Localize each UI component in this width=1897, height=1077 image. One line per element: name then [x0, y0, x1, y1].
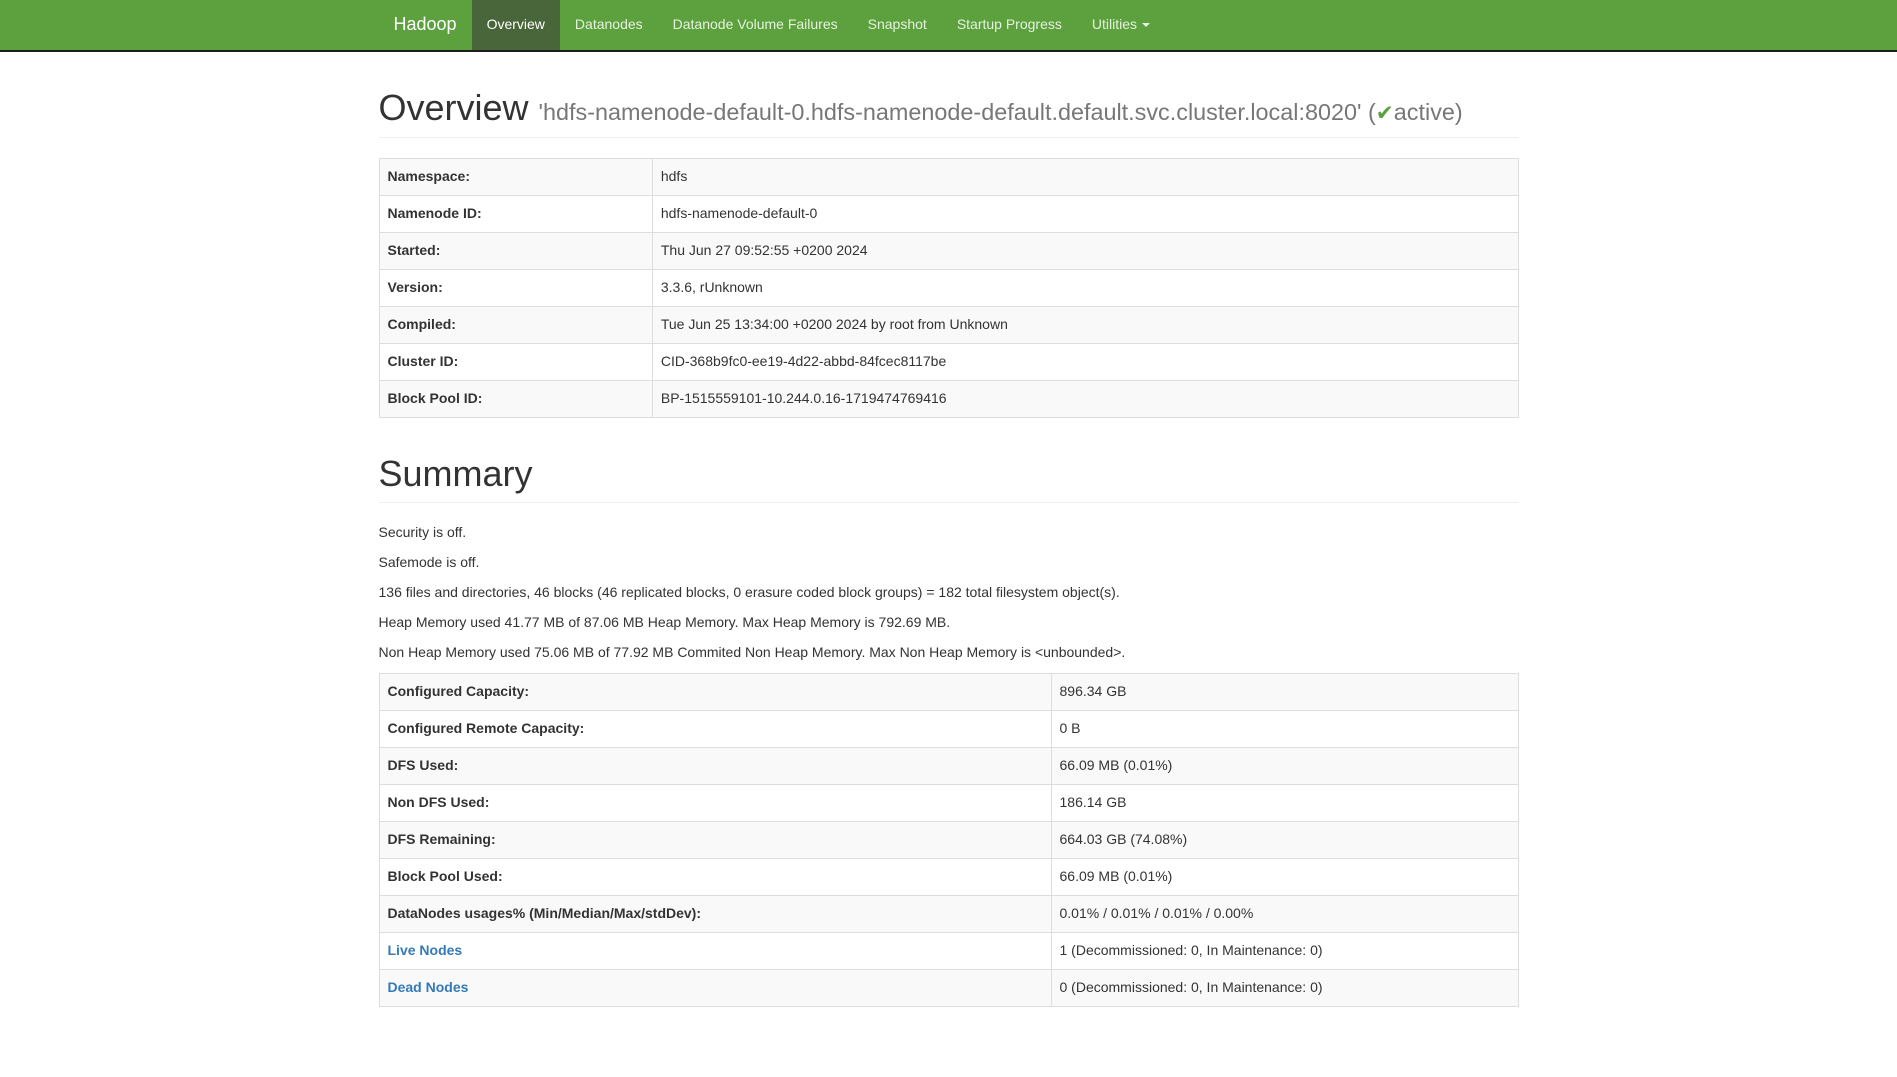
row-label: Namenode ID:	[379, 195, 652, 232]
row-value: Tue Jun 25 13:34:00 +0200 2024 by root f…	[652, 306, 1518, 343]
row-label: Configured Capacity:	[379, 674, 1051, 711]
menu-utilities-label: Utilities	[1092, 15, 1137, 35]
main-content: Overview 'hdfs-namenode-default-0.hdfs-n…	[364, 88, 1534, 1007]
table-row-cluster-id: Cluster ID: CID-368b9fc0-ee19-4d22-abbd-…	[379, 343, 1518, 380]
tab-overview-label: Overview	[487, 15, 545, 35]
table-row-dfs-remaining: DFS Remaining: 664.03 GB (74.08%)	[379, 822, 1518, 859]
row-label: Non DFS Used:	[379, 785, 1051, 822]
row-label: Live Nodes	[379, 933, 1051, 970]
row-value: 3.3.6, rUnknown	[652, 269, 1518, 306]
overview-table: Namespace: hdfs Namenode ID: hdfs-nameno…	[379, 158, 1519, 418]
row-value: 66.09 MB (0.01%)	[1051, 859, 1518, 896]
summary-security: Security is off.	[379, 523, 1519, 543]
row-value: BP-1515559101-10.244.0.16-1719474769416	[652, 380, 1518, 417]
ha-state: (✔active)	[1368, 99, 1463, 125]
main-nav: Overview Datanodes Datanode Volume Failu…	[472, 0, 1165, 50]
table-row-block-pool-used: Block Pool Used: 66.09 MB (0.01%)	[379, 859, 1518, 896]
tab-snapshot-label: Snapshot	[868, 15, 927, 35]
table-row-datanode-usages: DataNodes usages% (Min/Median/Max/stdDev…	[379, 896, 1518, 933]
namenode-address: 'hdfs-namenode-default-0.hdfs-namenode-d…	[539, 99, 1463, 125]
tab-startup-progress-label: Startup Progress	[957, 15, 1062, 35]
table-row-namespace: Namespace: hdfs	[379, 158, 1518, 195]
row-label: DFS Remaining:	[379, 822, 1051, 859]
table-row-live-nodes: Live Nodes 1 (Decommissioned: 0, In Main…	[379, 933, 1518, 970]
row-value: Thu Jun 27 09:52:55 +0200 2024	[652, 232, 1518, 269]
menu-utilities[interactable]: Utilities	[1077, 0, 1165, 50]
table-row-version: Version: 3.3.6, rUnknown	[379, 269, 1518, 306]
brand-hadoop[interactable]: Hadoop	[379, 0, 472, 50]
row-value: hdfs	[652, 158, 1518, 195]
caret-down-icon	[1142, 23, 1150, 27]
row-value: CID-368b9fc0-ee19-4d22-abbd-84fcec8117be	[652, 343, 1518, 380]
table-row-block-pool-id: Block Pool ID: BP-1515559101-10.244.0.16…	[379, 380, 1518, 417]
table-row-configured-remote-capacity: Configured Remote Capacity: 0 B	[379, 711, 1518, 748]
tab-overview[interactable]: Overview	[472, 0, 560, 50]
summary-safemode: Safemode is off.	[379, 553, 1519, 573]
row-value: 0 (Decommissioned: 0, In Maintenance: 0)	[1051, 970, 1518, 1007]
row-label: Started:	[379, 232, 652, 269]
row-label: Compiled:	[379, 306, 652, 343]
row-value: 896.34 GB	[1051, 674, 1518, 711]
tab-datanode-volume-failures[interactable]: Datanode Volume Failures	[658, 0, 853, 50]
tab-datanode-volume-failures-label: Datanode Volume Failures	[673, 15, 838, 35]
tab-snapshot[interactable]: Snapshot	[853, 0, 942, 50]
table-row-dfs-used: DFS Used: 66.09 MB (0.01%)	[379, 748, 1518, 785]
table-row-dead-nodes: Dead Nodes 0 (Decommissioned: 0, In Main…	[379, 970, 1518, 1007]
row-label: Block Pool ID:	[379, 380, 652, 417]
summary-page-header: Summary	[379, 454, 1519, 504]
summary-table: Configured Capacity: 896.34 GB Configure…	[379, 673, 1519, 1007]
row-label: Configured Remote Capacity:	[379, 711, 1051, 748]
namenode-address-text: 'hdfs-namenode-default-0.hdfs-namenode-d…	[539, 99, 1362, 125]
row-value: 1 (Decommissioned: 0, In Maintenance: 0)	[1051, 933, 1518, 970]
row-label: Version:	[379, 269, 652, 306]
navbar: Hadoop Overview Datanodes Datanode Volum…	[0, 0, 1897, 52]
row-label: Namespace:	[379, 158, 652, 195]
overview-page-header: Overview 'hdfs-namenode-default-0.hdfs-n…	[379, 88, 1519, 138]
row-value: 0.01% / 0.01% / 0.01% / 0.00%	[1051, 896, 1518, 933]
row-label: DataNodes usages% (Min/Median/Max/stdDev…	[379, 896, 1051, 933]
summary-filesystem-objects: 136 files and directories, 46 blocks (46…	[379, 583, 1519, 603]
page-title: Overview 'hdfs-namenode-default-0.hdfs-n…	[379, 88, 1519, 128]
check-icon: ✔	[1376, 101, 1394, 125]
table-row-non-dfs-used: Non DFS Used: 186.14 GB	[379, 785, 1518, 822]
table-row-compiled: Compiled: Tue Jun 25 13:34:00 +0200 2024…	[379, 306, 1518, 343]
row-label: DFS Used:	[379, 748, 1051, 785]
row-label: Dead Nodes	[379, 970, 1051, 1007]
row-label: Block Pool Used:	[379, 859, 1051, 896]
row-value: 664.03 GB (74.08%)	[1051, 822, 1518, 859]
tab-datanodes[interactable]: Datanodes	[560, 0, 658, 50]
summary-heap-memory: Heap Memory used 41.77 MB of 87.06 MB He…	[379, 613, 1519, 633]
row-value: 186.14 GB	[1051, 785, 1518, 822]
row-value: 66.09 MB (0.01%)	[1051, 748, 1518, 785]
ha-state-text: active	[1394, 99, 1455, 125]
table-row-configured-capacity: Configured Capacity: 896.34 GB	[379, 674, 1518, 711]
tab-datanodes-label: Datanodes	[575, 15, 643, 35]
dead-nodes-link[interactable]: Dead Nodes	[388, 979, 469, 995]
table-row-namenode-id: Namenode ID: hdfs-namenode-default-0	[379, 195, 1518, 232]
live-nodes-link[interactable]: Live Nodes	[388, 942, 463, 958]
table-row-started: Started: Thu Jun 27 09:52:55 +0200 2024	[379, 232, 1518, 269]
page-title-text: Overview	[379, 87, 529, 128]
summary-non-heap-memory: Non Heap Memory used 75.06 MB of 77.92 M…	[379, 643, 1519, 663]
row-value: 0 B	[1051, 711, 1518, 748]
row-value: hdfs-namenode-default-0	[652, 195, 1518, 232]
summary-title: Summary	[379, 454, 1519, 494]
tab-startup-progress[interactable]: Startup Progress	[942, 0, 1077, 50]
row-label: Cluster ID:	[379, 343, 652, 380]
